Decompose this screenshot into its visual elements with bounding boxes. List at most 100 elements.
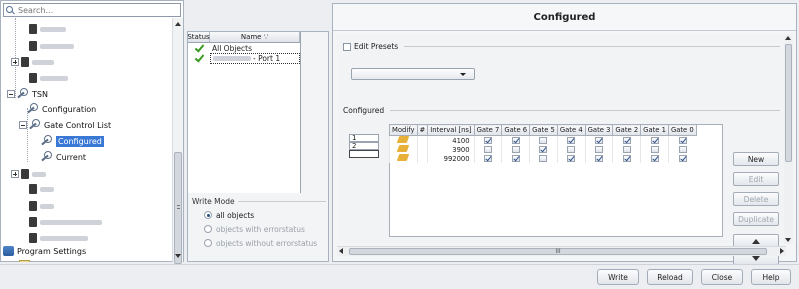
column-header-interval[interactable]: Interval [ns]	[427, 124, 475, 136]
search-box[interactable]	[3, 3, 181, 17]
gate-checkbox[interactable]	[595, 146, 604, 153]
column-header-status[interactable]: Status	[187, 32, 210, 42]
tree-item-current[interactable]: Current	[41, 150, 86, 164]
reload-button[interactable]: Reload	[647, 269, 693, 285]
edit-presets-checkbox[interactable]	[343, 42, 351, 51]
modify-cell[interactable]	[389, 154, 418, 163]
pencil-icon[interactable]	[396, 136, 410, 143]
column-header-gate-5[interactable]: Gate 5	[529, 124, 558, 136]
tree-item-redacted[interactable]	[29, 215, 102, 229]
column-header-gate-3[interactable]: Gate 3	[584, 124, 614, 136]
modify-cell[interactable]	[389, 145, 418, 154]
help-button[interactable]: Help	[751, 269, 791, 285]
tree-item-program-settings[interactable]: Program Settings	[3, 244, 86, 258]
gate-checkbox[interactable]	[622, 137, 631, 144]
column-header-gate-7[interactable]: Gate 7	[473, 124, 503, 136]
radio-icon[interactable]	[204, 225, 212, 233]
gate-checkbox[interactable]	[622, 146, 631, 153]
gate-checkbox[interactable]	[650, 155, 659, 162]
tree-item-redacted[interactable]	[29, 22, 66, 36]
expand-icon[interactable]	[11, 58, 19, 66]
gate-checkbox[interactable]	[539, 146, 548, 153]
column-header-gate-2[interactable]: Gate 2	[612, 124, 642, 136]
scroll-right-icon[interactable]	[780, 248, 784, 254]
table-row[interactable]: All Objects	[188, 43, 300, 53]
gate-checkbox[interactable]	[622, 155, 631, 162]
gate-checkbox[interactable]	[483, 155, 492, 162]
tree-item-redacted[interactable]	[29, 71, 68, 85]
gate-checkbox[interactable]	[483, 146, 492, 153]
gate-checkbox[interactable]	[595, 137, 604, 144]
tree-scrollbar[interactable]	[172, 18, 183, 264]
delete-button[interactable]: Delete	[733, 192, 779, 206]
scroll-up-icon[interactable]	[175, 22, 181, 26]
column-header-gate-6[interactable]: Gate 6	[501, 124, 531, 136]
scroll-thumb[interactable]	[785, 44, 792, 162]
tree-item-redacted[interactable]	[19, 257, 91, 262]
write-button[interactable]: Write	[597, 269, 639, 285]
collapse-icon[interactable]	[7, 90, 15, 98]
row-index[interactable]: 1	[349, 134, 379, 142]
pencil-icon[interactable]	[396, 145, 410, 152]
gate-checkbox[interactable]	[483, 137, 492, 144]
pencil-icon[interactable]	[396, 154, 410, 161]
scroll-down-icon[interactable]	[175, 254, 181, 258]
tree-item-tsn[interactable]: TSN	[7, 87, 48, 101]
gate-checkbox[interactable]	[678, 137, 687, 144]
column-header-gate-0[interactable]: Gate 0	[667, 124, 697, 136]
scroll-up-icon[interactable]	[785, 36, 791, 40]
gate-checkbox[interactable]	[595, 155, 604, 162]
gate-checkbox[interactable]	[678, 155, 687, 162]
column-header-name[interactable]: Name ∵	[210, 32, 300, 42]
gate-checkbox[interactable]	[539, 155, 548, 162]
gate-checkbox[interactable]	[511, 146, 520, 153]
gate-checkbox[interactable]	[567, 146, 576, 153]
tree-item-configured[interactable]: Configured	[41, 134, 104, 148]
tree-item-configuration[interactable]: Configuration	[27, 102, 96, 116]
radio-objects-without-errorstatus[interactable]: objects without errorstatus	[192, 236, 326, 250]
gate-checkbox[interactable]	[511, 137, 520, 144]
gate-checkbox[interactable]	[650, 137, 659, 144]
gate-checkbox[interactable]	[650, 146, 659, 153]
modify-cell[interactable]	[389, 135, 418, 145]
expand-icon[interactable]	[11, 170, 19, 178]
search-input[interactable]	[18, 5, 168, 15]
scroll-down-icon[interactable]	[785, 238, 791, 242]
column-header-gate-1[interactable]: Gate 1	[640, 124, 669, 136]
gate-checkbox[interactable]	[511, 155, 520, 162]
tree-item-redacted[interactable]	[11, 55, 54, 69]
gate-checkbox[interactable]	[567, 155, 576, 162]
table-row[interactable]: 992000	[389, 154, 697, 163]
column-header-index[interactable]: #	[416, 124, 429, 136]
row-index[interactable]: 2	[349, 142, 379, 150]
scroll-thumb[interactable]	[174, 152, 182, 264]
collapse-icon[interactable]	[19, 121, 27, 129]
table-row[interactable]: 4100	[389, 135, 697, 145]
column-header-modify[interactable]: Modify	[389, 124, 418, 136]
gate-checkbox[interactable]	[567, 137, 576, 144]
table-row[interactable]: 3900	[389, 145, 697, 154]
tree-item-redacted[interactable]	[29, 39, 74, 53]
radio-selected-icon[interactable]	[204, 211, 212, 219]
tree-item-redacted[interactable]	[29, 182, 54, 196]
column-header-gate-4[interactable]: Gate 4	[556, 124, 586, 136]
radio-all-objects[interactable]: all objects	[192, 208, 326, 222]
gate-checkbox[interactable]	[678, 146, 687, 153]
main-horizontal-scrollbar[interactable]: III	[337, 246, 786, 256]
preset-dropdown[interactable]	[351, 68, 475, 80]
tree-item-redacted[interactable]	[29, 231, 88, 245]
row-index[interactable]: 3	[349, 150, 379, 159]
tree-item-redacted[interactable]	[29, 199, 54, 213]
tree-item-redacted[interactable]	[11, 167, 46, 181]
radio-icon[interactable]	[204, 239, 212, 247]
main-vertical-scrollbar[interactable]	[784, 34, 793, 244]
tree-item-gate-control-list[interactable]: Gate Control List	[19, 118, 111, 132]
edit-button[interactable]: Edit	[733, 172, 779, 186]
new-button[interactable]: New	[733, 152, 779, 166]
radio-objects-with-errorstatus[interactable]: objects with errorstatus	[192, 222, 326, 236]
scroll-left-icon[interactable]	[339, 248, 343, 254]
duplicate-button[interactable]: Duplicate	[733, 212, 779, 226]
table-row[interactable]: - Port 1	[188, 52, 300, 64]
scroll-thumb[interactable]: III	[349, 248, 767, 255]
close-button[interactable]: Close	[701, 269, 743, 285]
